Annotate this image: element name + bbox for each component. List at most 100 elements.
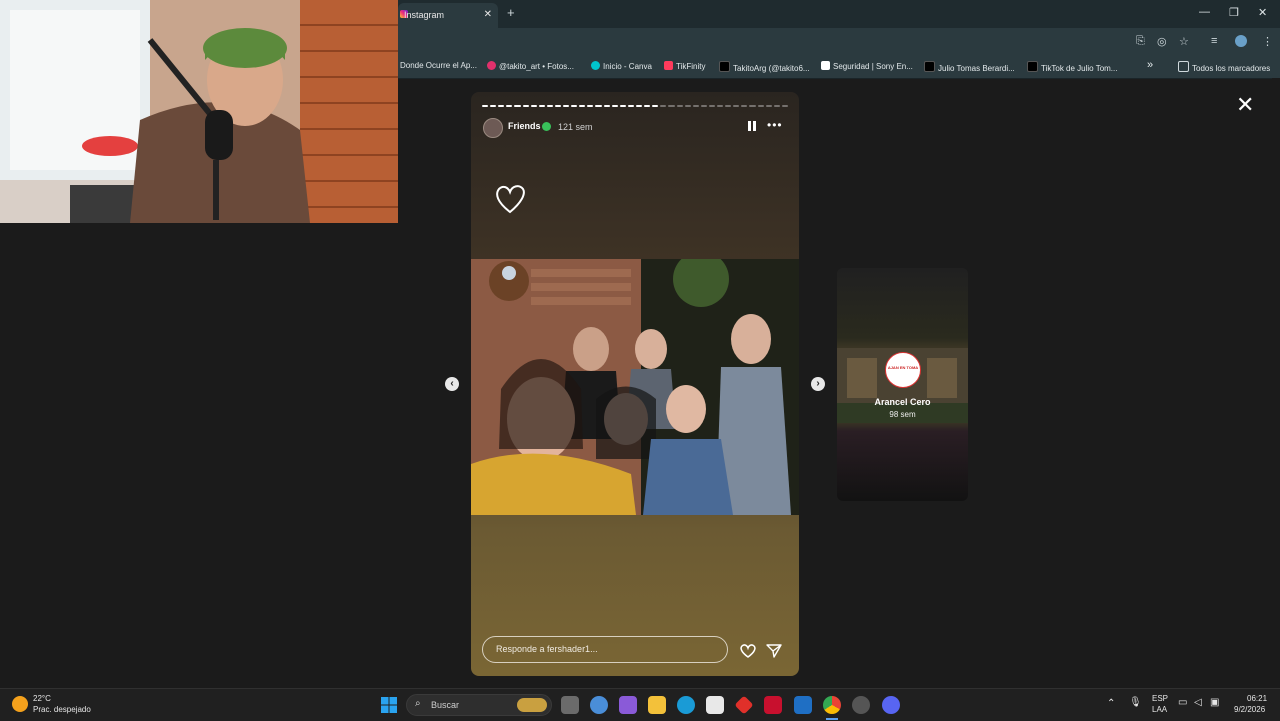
group-selfie-image bbox=[471, 259, 799, 515]
chrome-icon[interactable] bbox=[823, 696, 841, 714]
window-close-button[interactable]: ✕ bbox=[1258, 6, 1267, 19]
story-progress-segment bbox=[563, 105, 570, 107]
tab-close-icon[interactable]: ✕ bbox=[484, 4, 492, 26]
close-friends-badge-icon bbox=[542, 122, 551, 131]
bookmarks-overflow-button[interactable]: » bbox=[1147, 59, 1153, 71]
language-bottom[interactable]: LAA bbox=[1152, 705, 1167, 714]
app-icon[interactable] bbox=[619, 696, 637, 714]
send-message-icon[interactable] bbox=[766, 643, 782, 659]
weather-description[interactable]: Prac. despejado bbox=[33, 705, 91, 714]
tiktok-icon bbox=[1027, 61, 1038, 72]
maximize-button[interactable]: ❐ bbox=[1229, 6, 1239, 19]
task-view-icon[interactable] bbox=[561, 696, 579, 714]
file-explorer-icon[interactable] bbox=[648, 696, 666, 714]
windows-taskbar: 22°C Prac. despejado ⌕ Buscar ⌃ 🎙 ESP LA… bbox=[0, 688, 1280, 721]
next-story-time: 98 sem bbox=[889, 410, 916, 419]
story-card[interactable]: Friends 121 sem ••• Responde a fershader… bbox=[471, 92, 799, 676]
story-progress-segment bbox=[733, 105, 740, 107]
eye-off-icon[interactable]: ◎ bbox=[1157, 35, 1167, 48]
story-progress-segment bbox=[571, 105, 578, 107]
story-progress-segment bbox=[781, 105, 788, 107]
instagram-icon bbox=[487, 61, 496, 70]
clock-time[interactable]: 06:21 bbox=[1247, 694, 1267, 703]
edge-icon[interactable] bbox=[677, 696, 695, 714]
pause-icon[interactable] bbox=[747, 120, 757, 132]
avatar[interactable] bbox=[483, 118, 503, 138]
volume-icon[interactable]: ◁ bbox=[1194, 697, 1202, 708]
next-story-preview[interactable]: AJAN EN TOMA Arancel Cero 98 sem bbox=[837, 268, 968, 501]
weather-temperature[interactable]: 22°C bbox=[33, 694, 51, 703]
media-controls-icon[interactable]: ≡ bbox=[1211, 35, 1217, 47]
story-progress-segment bbox=[773, 105, 780, 107]
windows-start-icon[interactable] bbox=[381, 697, 397, 713]
bookmark-item[interactable]: @takito_art • Fotos... bbox=[487, 61, 574, 71]
bookmarks-bar: Donde Ocurre el Ap... @takito_art • Foto… bbox=[398, 56, 1280, 79]
story-progress-segment bbox=[636, 105, 643, 107]
new-tab-button[interactable]: + bbox=[507, 5, 515, 20]
story-photo bbox=[471, 259, 799, 515]
bookmark-item[interactable]: Julio Tomas Berardi... bbox=[924, 61, 1015, 73]
avatar[interactable]: AJAN EN TOMA bbox=[885, 352, 921, 388]
install-app-icon[interactable]: ⎘ bbox=[1136, 35, 1145, 48]
story-progress-segment bbox=[700, 105, 707, 107]
folder-icon bbox=[1178, 61, 1189, 72]
webcam-feed bbox=[0, 0, 398, 223]
search-icon: ⌕ bbox=[415, 698, 421, 709]
store-icon[interactable] bbox=[706, 696, 724, 714]
discord-icon[interactable] bbox=[882, 696, 900, 714]
all-bookmarks-button[interactable]: Todos los marcadores bbox=[1178, 61, 1270, 73]
profile-avatar[interactable] bbox=[1235, 35, 1247, 47]
bookmark-item[interactable]: Donde Ocurre el Ap... bbox=[400, 61, 477, 70]
bookmark-item[interactable]: TikFinity bbox=[664, 61, 705, 71]
story-progress-segment bbox=[514, 105, 521, 107]
canva-icon bbox=[591, 61, 600, 70]
mcafee-icon[interactable] bbox=[764, 696, 782, 714]
bookmark-item[interactable]: Inicio - Canva bbox=[591, 61, 652, 71]
previous-story-button[interactable]: ‹ bbox=[445, 377, 459, 391]
bookmark-item[interactable]: TakitoArg (@takito6... bbox=[719, 61, 810, 73]
story-progress-segment bbox=[506, 105, 513, 107]
language-top[interactable]: ESP bbox=[1152, 694, 1168, 703]
webcam-overlay bbox=[0, 0, 398, 223]
like-heart-icon[interactable] bbox=[739, 643, 757, 659]
story-progress-segment bbox=[684, 105, 691, 107]
page-scrollbar[interactable] bbox=[1272, 78, 1280, 688]
story-progress-segment bbox=[554, 105, 562, 107]
minimize-button[interactable]: — bbox=[1199, 6, 1210, 18]
close-story-button[interactable]: ✕ bbox=[1236, 94, 1254, 116]
story-progress-segment bbox=[627, 105, 634, 107]
tikfinity-icon bbox=[664, 61, 673, 70]
outlook-icon[interactable] bbox=[794, 696, 812, 714]
story-progress-segment bbox=[595, 105, 602, 107]
story-progress-segment bbox=[692, 105, 699, 107]
sony-icon bbox=[821, 61, 830, 70]
story-progress-segment bbox=[522, 105, 529, 107]
bookmark-star-icon[interactable]: ☆ bbox=[1179, 35, 1189, 48]
search-highlight-icon bbox=[517, 698, 547, 712]
browser-titlebar bbox=[398, 0, 1280, 28]
story-progress-segment bbox=[546, 105, 553, 107]
settings-gear-icon[interactable] bbox=[852, 696, 870, 714]
bookmark-item[interactable]: TikTok de Julio Tom... bbox=[1027, 61, 1117, 73]
next-story-button[interactable]: › bbox=[811, 377, 825, 391]
story-progress-segment bbox=[765, 105, 772, 107]
story-username[interactable]: Friends bbox=[508, 121, 541, 131]
story-progress-segment bbox=[587, 105, 594, 107]
bookmark-item[interactable]: Seguridad | Sony En... bbox=[821, 61, 913, 71]
microphone-icon[interactable]: 🎙 bbox=[1129, 697, 1142, 708]
battery-icon[interactable]: ▣ bbox=[1210, 697, 1219, 708]
tray-overflow-icon[interactable]: ⌃ bbox=[1107, 698, 1115, 709]
story-progress-segment bbox=[676, 105, 683, 107]
story-progress-segment bbox=[498, 105, 505, 107]
network-icon[interactable]: ▭ bbox=[1178, 697, 1187, 708]
weather-sun-icon[interactable] bbox=[12, 696, 28, 712]
copilot-icon[interactable] bbox=[590, 696, 608, 714]
story-timestamp: 121 sem bbox=[558, 122, 593, 132]
more-options-icon[interactable]: ••• bbox=[767, 118, 783, 132]
taskbar-search[interactable]: ⌕ Buscar bbox=[406, 694, 552, 716]
reply-input[interactable]: Responde a fershader1... bbox=[482, 636, 728, 663]
clock-date[interactable]: 9/2/2026 bbox=[1234, 705, 1265, 714]
browser-menu-icon[interactable]: ⋮ bbox=[1262, 35, 1273, 48]
browser-tab-instagram[interactable]: Instagram ✕ bbox=[398, 3, 498, 28]
app-red-icon[interactable] bbox=[734, 695, 754, 715]
